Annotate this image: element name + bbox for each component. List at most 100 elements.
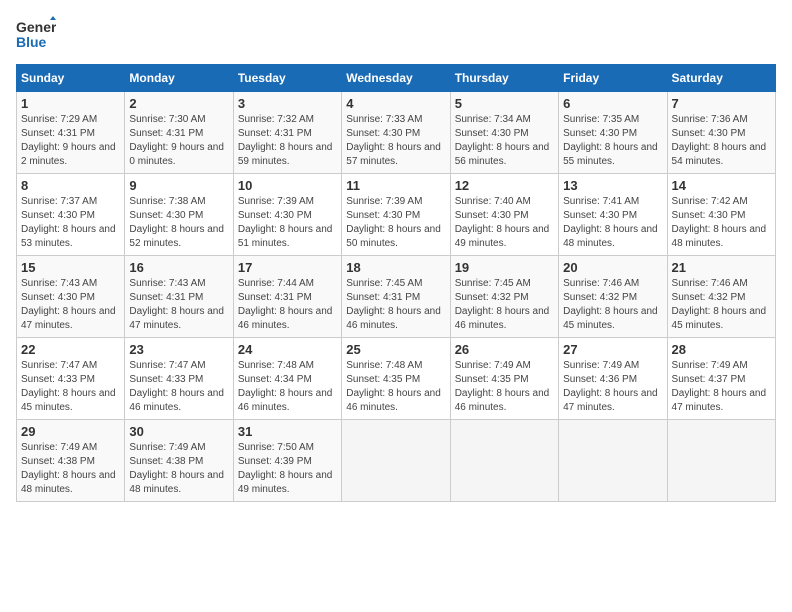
day-number: 25 <box>346 342 445 357</box>
col-header-tuesday: Tuesday <box>233 65 341 92</box>
calendar-cell: 19 Sunrise: 7:45 AM Sunset: 4:32 PM Dayli… <box>450 256 558 338</box>
day-number: 28 <box>672 342 771 357</box>
logo: General Blue <box>16 16 56 52</box>
calendar-cell: 23 Sunrise: 7:47 AM Sunset: 4:33 PM Dayli… <box>125 338 233 420</box>
calendar-cell: 26 Sunrise: 7:49 AM Sunset: 4:35 PM Dayli… <box>450 338 558 420</box>
day-info: Sunrise: 7:33 AM Sunset: 4:30 PM Dayligh… <box>346 113 445 169</box>
day-number: 30 <box>129 424 228 439</box>
day-number: 24 <box>238 342 337 357</box>
day-info: Sunrise: 7:45 AM Sunset: 4:31 PM Dayligh… <box>346 277 445 333</box>
calendar-cell: 11 Sunrise: 7:39 AM Sunset: 4:30 PM Dayli… <box>342 174 450 256</box>
day-info: Sunrise: 7:39 AM Sunset: 4:30 PM Dayligh… <box>238 195 337 251</box>
calendar-cell: 21 Sunrise: 7:46 AM Sunset: 4:32 PM Dayli… <box>667 256 775 338</box>
day-info: Sunrise: 7:46 AM Sunset: 4:32 PM Dayligh… <box>563 277 662 333</box>
calendar-cell: 28Sunrise: 7:49 AM Sunset: 4:37 PM Dayli… <box>667 338 775 420</box>
svg-text:General: General <box>16 19 56 35</box>
day-number: 14 <box>672 178 771 193</box>
calendar-cell: 30 Sunrise: 7:49 AM Sunset: 4:38 PM Dayli… <box>125 420 233 502</box>
calendar-cell <box>667 420 775 502</box>
day-number: 1 <box>21 96 120 111</box>
page-header: General Blue <box>16 16 776 52</box>
day-number: 15 <box>21 260 120 275</box>
day-info: Sunrise: 7:49 AM Sunset: 4:38 PM Dayligh… <box>129 441 228 497</box>
day-number: 22 <box>21 342 120 357</box>
calendar-cell: 3 Sunrise: 7:32 AM Sunset: 4:31 PM Daylig… <box>233 92 341 174</box>
day-number: 20 <box>563 260 662 275</box>
day-info: Sunrise: 7:47 AM Sunset: 4:33 PM Dayligh… <box>129 359 228 415</box>
col-header-saturday: Saturday <box>667 65 775 92</box>
day-number: 29 <box>21 424 120 439</box>
calendar-table: SundayMondayTuesdayWednesdayThursdayFrid… <box>16 64 776 502</box>
day-number: 16 <box>129 260 228 275</box>
calendar-cell: 10 Sunrise: 7:39 AM Sunset: 4:30 PM Dayli… <box>233 174 341 256</box>
calendar-cell: 15 Sunrise: 7:43 AM Sunset: 4:30 PM Dayli… <box>17 256 125 338</box>
day-number: 26 <box>455 342 554 357</box>
calendar-cell: 14 Sunrise: 7:42 AM Sunset: 4:30 PM Dayli… <box>667 174 775 256</box>
day-info: Sunrise: 7:41 AM Sunset: 4:30 PM Dayligh… <box>563 195 662 251</box>
day-info: Sunrise: 7:50 AM Sunset: 4:39 PM Dayligh… <box>238 441 337 497</box>
day-info: Sunrise: 7:45 AM Sunset: 4:32 PM Dayligh… <box>455 277 554 333</box>
calendar-cell: 27Sunrise: 7:49 AM Sunset: 4:36 PM Dayli… <box>559 338 667 420</box>
day-info: Sunrise: 7:34 AM Sunset: 4:30 PM Dayligh… <box>455 113 554 169</box>
calendar-cell: 4 Sunrise: 7:33 AM Sunset: 4:30 PM Daylig… <box>342 92 450 174</box>
day-info: Sunrise: 7:36 AM Sunset: 4:30 PM Dayligh… <box>672 113 771 169</box>
day-info: Sunrise: 7:29 AM Sunset: 4:31 PM Dayligh… <box>21 113 120 169</box>
day-info: Sunrise: 7:30 AM Sunset: 4:31 PM Dayligh… <box>129 113 228 169</box>
day-info: Sunrise: 7:44 AM Sunset: 4:31 PM Dayligh… <box>238 277 337 333</box>
calendar-cell <box>450 420 558 502</box>
day-info: Sunrise: 7:43 AM Sunset: 4:31 PM Dayligh… <box>129 277 228 333</box>
day-info: Sunrise: 7:43 AM Sunset: 4:30 PM Dayligh… <box>21 277 120 333</box>
calendar-cell: 8Sunrise: 7:37 AM Sunset: 4:30 PM Daylig… <box>17 174 125 256</box>
day-info: Sunrise: 7:49 AM Sunset: 4:35 PM Dayligh… <box>455 359 554 415</box>
day-number: 23 <box>129 342 228 357</box>
calendar-cell: 12Sunrise: 7:40 AM Sunset: 4:30 PM Dayli… <box>450 174 558 256</box>
col-header-friday: Friday <box>559 65 667 92</box>
logo-svg: General Blue <box>16 16 56 52</box>
col-header-monday: Monday <box>125 65 233 92</box>
calendar-cell: 13 Sunrise: 7:41 AM Sunset: 4:30 PM Dayli… <box>559 174 667 256</box>
calendar-cell: 18 Sunrise: 7:45 AM Sunset: 4:31 PM Dayli… <box>342 256 450 338</box>
day-number: 13 <box>563 178 662 193</box>
day-info: Sunrise: 7:42 AM Sunset: 4:30 PM Dayligh… <box>672 195 771 251</box>
calendar-cell: 29 Sunrise: 7:49 AM Sunset: 4:38 PM Dayli… <box>17 420 125 502</box>
day-info: Sunrise: 7:40 AM Sunset: 4:30 PM Dayligh… <box>455 195 554 251</box>
day-number: 21 <box>672 260 771 275</box>
day-info: Sunrise: 7:38 AM Sunset: 4:30 PM Dayligh… <box>129 195 228 251</box>
col-header-wednesday: Wednesday <box>342 65 450 92</box>
calendar-cell: 1 Sunrise: 7:29 AM Sunset: 4:31 PM Daylig… <box>17 92 125 174</box>
calendar-cell: 7 Sunrise: 7:36 AM Sunset: 4:30 PM Daylig… <box>667 92 775 174</box>
day-number: 11 <box>346 178 445 193</box>
day-info: Sunrise: 7:46 AM Sunset: 4:32 PM Dayligh… <box>672 277 771 333</box>
calendar-cell <box>559 420 667 502</box>
day-number: 10 <box>238 178 337 193</box>
day-number: 2 <box>129 96 228 111</box>
day-number: 9 <box>129 178 228 193</box>
day-number: 8 <box>21 178 120 193</box>
calendar-cell: 17Sunrise: 7:44 AM Sunset: 4:31 PM Dayli… <box>233 256 341 338</box>
day-number: 6 <box>563 96 662 111</box>
day-number: 18 <box>346 260 445 275</box>
calendar-cell: 31 Sunrise: 7:50 AM Sunset: 4:39 PM Dayli… <box>233 420 341 502</box>
day-number: 7 <box>672 96 771 111</box>
calendar-cell: 20 Sunrise: 7:46 AM Sunset: 4:32 PM Dayli… <box>559 256 667 338</box>
col-header-thursday: Thursday <box>450 65 558 92</box>
calendar-cell: 6 Sunrise: 7:35 AM Sunset: 4:30 PM Daylig… <box>559 92 667 174</box>
day-number: 31 <box>238 424 337 439</box>
day-info: Sunrise: 7:49 AM Sunset: 4:38 PM Dayligh… <box>21 441 120 497</box>
calendar-cell <box>342 420 450 502</box>
calendar-cell: 25 Sunrise: 7:48 AM Sunset: 4:35 PM Dayli… <box>342 338 450 420</box>
day-number: 4 <box>346 96 445 111</box>
day-info: Sunrise: 7:35 AM Sunset: 4:30 PM Dayligh… <box>563 113 662 169</box>
day-number: 19 <box>455 260 554 275</box>
day-info: Sunrise: 7:39 AM Sunset: 4:30 PM Dayligh… <box>346 195 445 251</box>
day-number: 3 <box>238 96 337 111</box>
calendar-cell: 5 Sunrise: 7:34 AM Sunset: 4:30 PM Daylig… <box>450 92 558 174</box>
day-info: Sunrise: 7:49 AM Sunset: 4:36 PM Dayligh… <box>563 359 662 415</box>
calendar-cell: 22 Sunrise: 7:47 AM Sunset: 4:33 PM Dayli… <box>17 338 125 420</box>
day-info: Sunrise: 7:32 AM Sunset: 4:31 PM Dayligh… <box>238 113 337 169</box>
calendar-cell: 9 Sunrise: 7:38 AM Sunset: 4:30 PM Daylig… <box>125 174 233 256</box>
day-number: 5 <box>455 96 554 111</box>
calendar-cell: 24Sunrise: 7:48 AM Sunset: 4:34 PM Dayli… <box>233 338 341 420</box>
day-info: Sunrise: 7:48 AM Sunset: 4:35 PM Dayligh… <box>346 359 445 415</box>
day-info: Sunrise: 7:47 AM Sunset: 4:33 PM Dayligh… <box>21 359 120 415</box>
